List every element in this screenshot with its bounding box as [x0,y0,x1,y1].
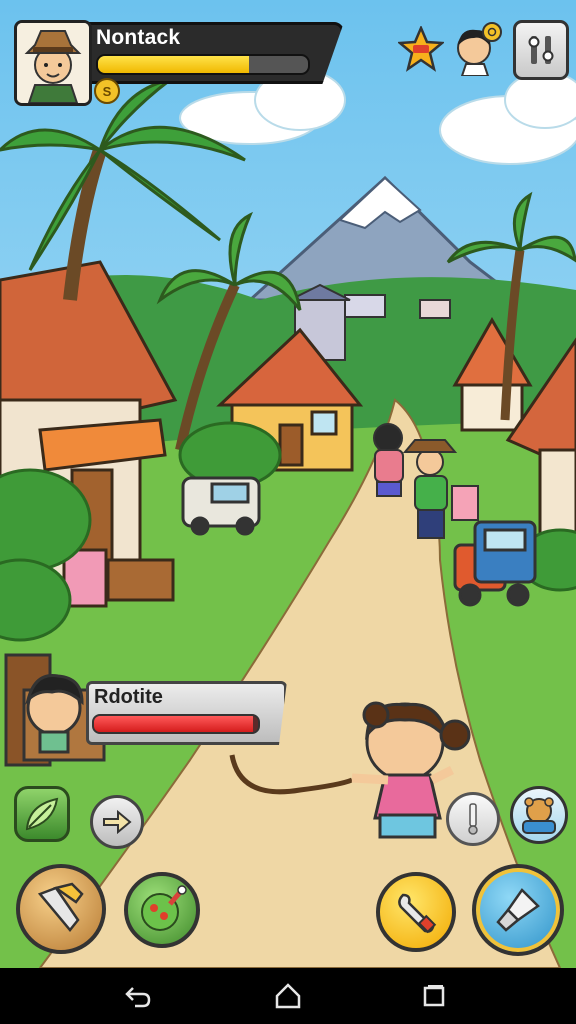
salad-bowl-icon [141,885,187,931]
settings-tools-icon [528,36,554,64]
explorer-avatar-icon [17,23,89,103]
npc-nameplate: Rdotite [86,681,287,745]
star-badge-icon[interactable] [396,24,446,77]
leaf-skill-icon [25,797,59,831]
build-action-button[interactable] [472,864,564,956]
player-profile-card[interactable]: Nontack S [14,20,344,106]
nav-back-button[interactable] [118,980,158,1012]
tool-brush-icon [496,888,540,932]
xp-bar-fill [98,56,250,73]
npc-health-bar-fill [94,716,254,732]
coin-icon[interactable]: S [94,78,120,104]
leaf-skill-button[interactable] [14,786,70,842]
player-name: Nontack [96,26,181,49]
home-icon [275,983,301,1009]
player-avatar[interactable] [14,20,92,106]
cook-action-button[interactable] [124,872,200,948]
system-navigation-bar [0,968,576,1024]
back-icon [125,987,151,1008]
dig-action-button[interactable] [16,864,106,954]
npc-name: Rdotite [94,686,163,708]
nav-recents-button[interactable] [414,980,454,1012]
xp-bar [96,54,310,75]
recents-icon [423,985,445,1007]
arrow-right-icon [103,810,132,834]
glass-bottle-icon [468,803,478,835]
settings-button[interactable] [513,20,569,80]
bottle-item-button[interactable] [446,792,500,846]
next-arrow-button[interactable] [90,795,144,849]
friend-avatar-icon[interactable] [452,20,504,81]
repair-action-button[interactable] [376,872,456,952]
npc-health-bar [92,714,260,734]
nav-home-button[interactable] [268,980,308,1012]
pet-helper-button[interactable] [510,786,568,844]
pet-helper-icon [522,797,556,834]
wrench-icon [398,893,437,934]
shovel-icon [37,882,84,932]
